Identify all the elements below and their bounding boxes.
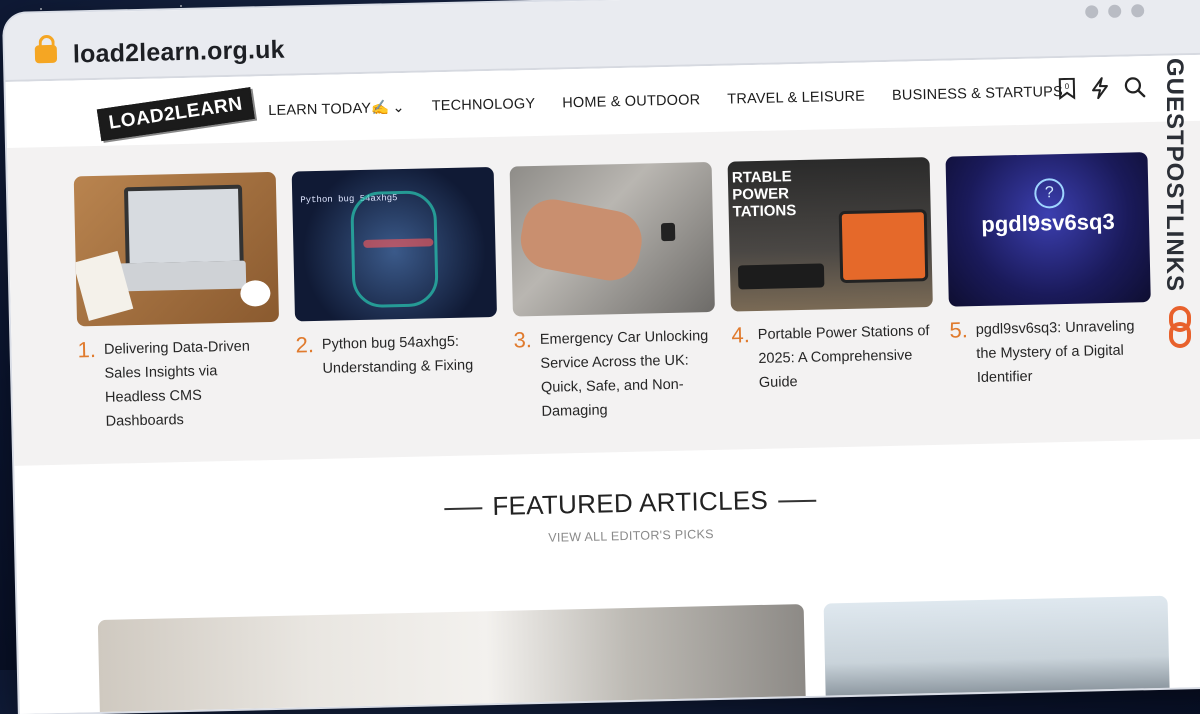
main-nav: LEARN TODAY✍️ ⌄ TECHNOLOGY HOME & OUTDOOR… [268, 84, 1063, 119]
article-thumbnail[interactable] [509, 161, 715, 317]
rank-number: 1. [77, 337, 97, 363]
bolt-icon[interactable] [1090, 77, 1110, 100]
featured-section: FEATURED ARTICLES VIEW ALL EDITOR'S PICK… [15, 474, 1200, 557]
article-title[interactable]: Python bug 54axhg5: Understanding & Fixi… [322, 329, 499, 381]
rank-number: 2. [295, 332, 315, 358]
nav-item-home-outdoor[interactable]: HOME & OUTDOOR [562, 92, 700, 112]
nav-item-travel-leisure[interactable]: TRAVEL & LEISURE [727, 88, 865, 108]
article-thumbnail[interactable]: Python bug 54axhg5 [291, 166, 497, 322]
window-dot-icon[interactable] [1108, 4, 1122, 18]
chevron-down-icon: ⌄ [392, 99, 405, 117]
featured-article-image[interactable] [823, 595, 1171, 714]
link-icon [1169, 306, 1191, 348]
site-logo[interactable]: LOAD2LEARN [96, 87, 255, 142]
trending-card[interactable]: pgdl9sv6sq3 ? 5. pgdl9sv6sq3: Unraveling … [945, 152, 1152, 391]
sidebar-brand: GUESTPOSTLINKS [1161, 58, 1188, 293]
thumbnail-caption: RTABLE POWER TATIONS [731, 168, 797, 221]
svg-text:0: 0 [1065, 82, 1070, 91]
thumbnail-caption: pgdl9sv6sq3 [981, 208, 1115, 237]
article-title[interactable]: Emergency Car Unlocking Service Across t… [540, 324, 718, 424]
rank-number: 4. [731, 322, 751, 348]
article-thumbnail[interactable]: pgdl9sv6sq3 ? [945, 152, 1151, 307]
header-icons: 0 [1058, 76, 1146, 101]
trending-card[interactable]: RTABLE POWER TATIONS 4. Portable Power St… [727, 157, 935, 396]
window-dot-icon[interactable] [1131, 4, 1145, 18]
rank-number: 3. [513, 327, 533, 353]
window-dot-icon[interactable] [1085, 5, 1099, 19]
article-title[interactable]: pgdl9sv6sq3: Unraveling the Mystery of a… [976, 314, 1153, 390]
nav-item-learn-today[interactable]: LEARN TODAY✍️ ⌄ [268, 99, 405, 119]
trending-card[interactable]: Python bug 54axhg5 2. Python bug 54axhg5:… [291, 166, 499, 382]
article-thumbnail[interactable]: RTABLE POWER TATIONS [727, 157, 933, 312]
trending-card[interactable]: 1. Delivering Data-Driven Sales Insights … [73, 171, 282, 435]
divider [444, 507, 483, 511]
window-controls [1075, 4, 1145, 24]
nav-item-business-startups[interactable]: BUSINESS & STARTUPS [892, 84, 1063, 105]
question-icon: ? [1034, 177, 1065, 209]
article-title[interactable]: Portable Power Stations of 2025: A Compr… [758, 319, 935, 395]
article-title[interactable]: Delivering Data-Driven Sales Insights vi… [104, 334, 282, 434]
rank-number: 5. [949, 317, 969, 343]
trending-card[interactable]: 3. Emergency Car Unlocking Service Across… [509, 161, 718, 425]
featured-article-image[interactable] [97, 604, 807, 714]
browser-window: load2learn.org.uk LOAD2LEARN LEARN TODAY… [4, 0, 1200, 714]
lock-icon [34, 44, 58, 64]
address-bar[interactable]: load2learn.org.uk [73, 36, 285, 70]
bookmark-icon[interactable]: 0 [1058, 77, 1076, 101]
website: LOAD2LEARN LEARN TODAY✍️ ⌄ TECHNOLOGY HOM… [5, 54, 1200, 714]
article-thumbnail[interactable] [73, 171, 280, 327]
trending-section: 1. Delivering Data-Driven Sales Insights … [7, 120, 1200, 466]
search-icon[interactable] [1124, 76, 1146, 98]
divider [778, 499, 817, 503]
nav-item-technology[interactable]: TECHNOLOGY [432, 96, 536, 115]
